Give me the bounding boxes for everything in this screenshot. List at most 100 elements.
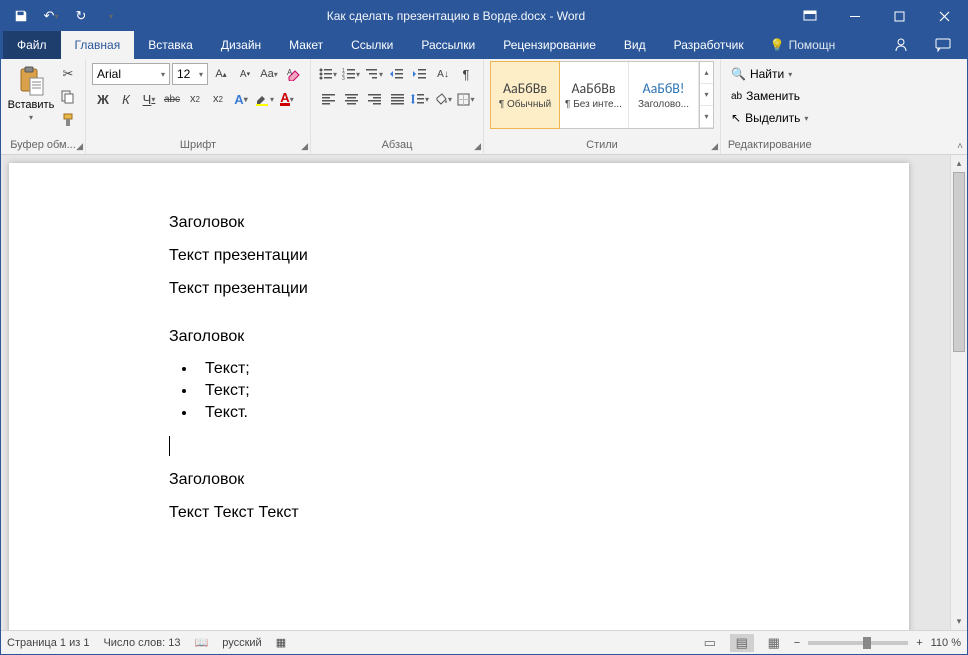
strikethrough-button[interactable]: abc [161,88,183,110]
text-effects-button[interactable]: A▾ [230,88,252,110]
align-right-button[interactable] [363,88,385,110]
chevron-down-icon: ▾ [804,114,808,123]
minimize-button[interactable] [832,1,877,31]
qat-customize[interactable]: ▾ [97,3,125,29]
subscript-button[interactable]: x2 [184,88,206,110]
save-button[interactable] [7,3,35,29]
doc-paragraph[interactable]: Заголовок [169,470,749,491]
scroll-up[interactable]: ▴ [951,155,967,172]
italic-button[interactable]: К [115,88,137,110]
doc-paragraph[interactable]: Заголовок [169,213,749,234]
style-no-spacing[interactable]: АаБбВв ¶ Без инте... [559,62,629,128]
zoom-knob[interactable] [863,637,871,649]
line-spacing-button[interactable]: ▾ [409,88,431,110]
sort-button[interactable]: A↓ [432,63,454,85]
borders-button[interactable]: ▾ [455,88,477,110]
highlight-button[interactable]: ▾ [253,88,275,110]
justify-button[interactable] [386,88,408,110]
scroll-track[interactable] [951,172,967,613]
show-marks-button[interactable]: ¶ [455,63,477,85]
copy-button[interactable] [57,86,79,108]
collapse-ribbon-button[interactable]: ˄ [957,141,963,152]
undo-button[interactable]: ↶▾ [37,3,65,29]
scroll-down[interactable]: ▾ [951,613,967,630]
document-scroll[interactable]: Заголовок Текст презентации Текст презен… [1,155,950,630]
view-web-layout[interactable]: ▦ [762,634,786,652]
tab-references[interactable]: Ссылки [337,31,407,59]
decrease-indent-button[interactable] [386,63,408,85]
zoom-value[interactable]: 110 % [931,637,961,649]
tab-design[interactable]: Дизайн [207,31,275,59]
align-center-button[interactable] [340,88,362,110]
font-name-combo[interactable]: Arial ▾ [92,63,170,85]
view-print-layout[interactable]: ▤ [730,634,754,652]
tab-developer[interactable]: Разработчик [660,31,758,59]
zoom-slider[interactable] [808,641,908,645]
doc-paragraph[interactable]: Текст Текст Текст [169,503,749,524]
search-icon: 🔍 [731,67,746,81]
gallery-down[interactable]: ▾ [700,84,713,106]
cut-button[interactable]: ✂ [57,63,79,85]
scroll-thumb[interactable] [953,172,965,352]
font-size-combo[interactable]: 12 ▾ [172,63,208,85]
spellcheck-icon[interactable]: 📖 [195,636,209,649]
status-page[interactable]: Страница 1 из 1 [7,637,89,649]
redo-button[interactable]: ↻ [67,3,95,29]
paste-button[interactable]: Вставить ▾ [7,61,55,122]
font-color-button[interactable]: A▾ [276,88,298,110]
macro-icon[interactable]: ▦ [276,636,286,649]
tab-insert[interactable]: Вставка [134,31,207,59]
zoom-in-button[interactable]: + [916,637,922,649]
format-painter-button[interactable] [57,109,79,131]
tab-layout[interactable]: Макет [275,31,337,59]
doc-paragraph[interactable]: Текст презентации [169,246,749,267]
shading-button[interactable]: ▾ [432,88,454,110]
superscript-button[interactable]: x2 [207,88,229,110]
tab-mailings[interactable]: Рассылки [407,31,489,59]
underline-button[interactable]: Ч▾ [138,88,160,110]
tab-review[interactable]: Рецензирование [489,31,610,59]
doc-paragraph[interactable]: Текст презентации [169,279,749,300]
bullets-button[interactable]: ▾ [317,63,339,85]
font-launcher[interactable]: ◢ [301,141,308,152]
gallery-up[interactable]: ▴ [700,62,713,84]
doc-list[interactable]: Текст; Текст; Текст. [197,360,749,422]
style-heading1[interactable]: АаБбВ! Заголово... [629,62,699,128]
gallery-more[interactable]: ▾ [700,106,713,128]
bold-button[interactable]: Ж [92,88,114,110]
tab-view[interactable]: Вид [610,31,660,59]
view-read-mode[interactable]: ▭ [698,634,722,652]
find-button[interactable]: 🔍 Найти ▾ [727,63,812,85]
close-button[interactable] [922,1,967,31]
styles-launcher[interactable]: ◢ [711,141,718,152]
numbering-button[interactable]: 123▾ [340,63,362,85]
select-button[interactable]: ↖ Выделить ▾ [727,107,812,129]
shrink-font-button[interactable]: A▾ [234,63,256,85]
replace-button[interactable]: ab Заменить [727,85,812,107]
page[interactable]: Заголовок Текст презентации Текст презен… [9,163,909,630]
zoom-out-button[interactable]: − [794,637,800,649]
share-button[interactable] [881,37,921,53]
comments-button[interactable] [923,38,963,52]
ribbon-options-button[interactable] [787,1,832,31]
grow-font-button[interactable]: A▴ [210,63,232,85]
increase-indent-button[interactable] [409,63,431,85]
vertical-scrollbar[interactable]: ▴ ▾ [950,155,967,630]
tell-me[interactable]: 💡 Помощн [758,31,848,59]
align-left-button[interactable] [317,88,339,110]
change-case-button[interactable]: Aa▾ [258,63,280,85]
maximize-button[interactable] [877,1,922,31]
doc-list-item[interactable]: Текст. [197,404,749,422]
style-normal[interactable]: АаБбВв ¶ Обычный [490,61,560,129]
doc-paragraph[interactable]: Заголовок [169,327,749,348]
doc-list-item[interactable]: Текст; [197,360,749,378]
tab-home[interactable]: Главная [61,31,135,59]
status-words[interactable]: Число слов: 13 [103,637,180,649]
status-language[interactable]: русский [222,637,261,649]
clear-formatting-button[interactable]: A [282,63,304,85]
clipboard-launcher[interactable]: ◢ [76,141,83,152]
paragraph-launcher[interactable]: ◢ [474,141,481,152]
multilevel-list-button[interactable]: ▾ [363,63,385,85]
doc-list-item[interactable]: Текст; [197,382,749,400]
tab-file[interactable]: Файл [3,31,61,59]
